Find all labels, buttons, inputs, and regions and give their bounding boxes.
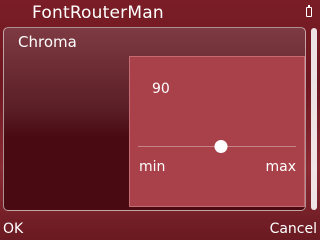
slider-knob[interactable] xyxy=(214,140,228,153)
scrollbar[interactable] xyxy=(311,28,317,210)
slider-value: 90 xyxy=(152,81,170,97)
slider-dialog: 90 min max xyxy=(129,56,305,207)
slider-max-label: max xyxy=(265,159,296,175)
scrollbar-thumb[interactable] xyxy=(311,28,317,210)
cancel-softkey[interactable]: Cancel xyxy=(270,221,317,237)
softkey-bar: OK Cancel xyxy=(0,212,320,240)
ok-softkey[interactable]: OK xyxy=(3,221,23,237)
battery-icon xyxy=(306,5,312,17)
app-title: FontRouterMan xyxy=(32,3,164,23)
panel-title: Chroma xyxy=(18,33,77,51)
slider-min-label: min xyxy=(139,159,166,175)
